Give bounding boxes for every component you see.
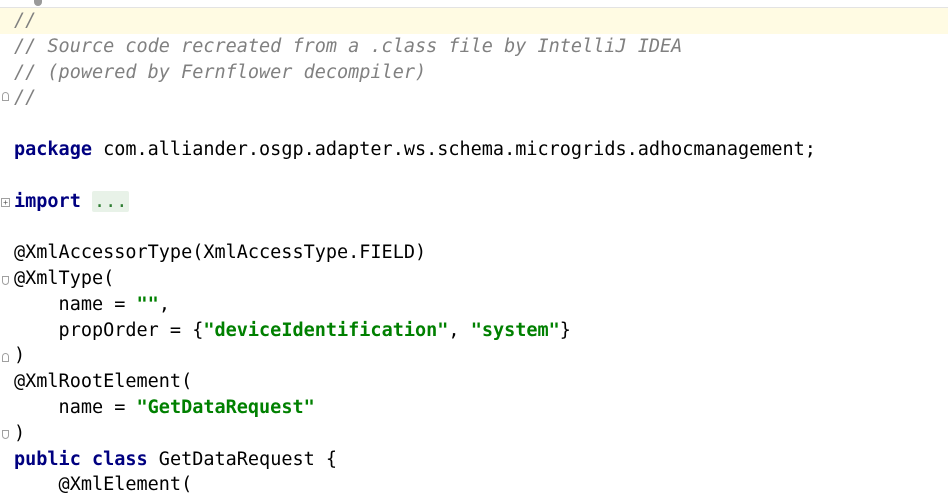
code-editor[interactable]: + // // Source code recreated from a .cl…	[0, 0, 948, 494]
comment: // (powered by Fernflower decompiler)	[14, 61, 427, 83]
code-line[interactable]: package com.alliander.osgp.adapter.ws.sc…	[0, 137, 948, 163]
code-line[interactable]: name = "GetDataRequest"	[0, 395, 948, 421]
annotation: @XmlAccessorType(XmlAccessType.FIELD)	[14, 242, 427, 264]
comment: //	[14, 87, 37, 109]
keyword: class	[91, 448, 148, 470]
keyword: package	[14, 138, 92, 160]
string-literal: "system"	[470, 319, 560, 341]
code-line[interactable]	[0, 214, 948, 240]
code-text: name =	[14, 396, 137, 418]
code-text: }	[559, 319, 571, 341]
code-line[interactable]: public class GetDataRequest {	[0, 447, 948, 473]
code-text: )	[14, 422, 26, 444]
code-line[interactable]: )	[0, 343, 948, 369]
editor-top-strip	[0, 0, 948, 8]
annotation: @XmlElement(	[14, 474, 193, 494]
code-line[interactable]: //	[0, 85, 948, 111]
code-line[interactable]: propOrder = {"deviceIdentification", "sy…	[0, 318, 948, 344]
code-line[interactable]	[0, 111, 948, 137]
keyword: import	[14, 190, 81, 212]
string-literal: ""	[136, 293, 159, 315]
annotation: @XmlType(	[14, 267, 115, 289]
code-line[interactable]: import ...	[0, 189, 948, 215]
package-name: com.alliander.osgp.adapter.ws.schema.mic…	[91, 138, 816, 160]
code-line[interactable]: @XmlType(	[0, 266, 948, 292]
code-line[interactable]: // (powered by Fernflower decompiler)	[0, 60, 948, 86]
string-literal: "deviceIdentification"	[203, 319, 449, 341]
code-line[interactable]: @XmlElement(	[0, 472, 948, 494]
code-text: )	[14, 345, 26, 367]
class-name: GetDataRequest {	[147, 448, 338, 470]
code-line[interactable]: // Source code recreated from a .class f…	[0, 34, 948, 60]
code-text: name =	[14, 293, 137, 315]
folded-imports[interactable]: ...	[91, 190, 130, 212]
code-text: propOrder = {	[14, 319, 204, 341]
code-line[interactable]: @XmlRootElement(	[0, 369, 948, 395]
comment: // Source code recreated from a .class f…	[14, 35, 683, 57]
code-line[interactable]: //	[0, 8, 948, 34]
code-line[interactable]: )	[0, 421, 948, 447]
code-lines[interactable]: // // Source code recreated from a .clas…	[0, 8, 948, 494]
code-line[interactable]: @XmlAccessorType(XmlAccessType.FIELD)	[0, 240, 948, 266]
string-literal: "GetDataRequest"	[136, 396, 315, 418]
scroll-handle-icon[interactable]	[34, 0, 42, 6]
annotation: @XmlRootElement(	[14, 371, 193, 393]
keyword: public	[14, 448, 81, 470]
code-text: ,	[158, 293, 170, 315]
code-line[interactable]	[0, 163, 948, 189]
code-text: ,	[448, 319, 471, 341]
comment: //	[14, 10, 37, 31]
code-line[interactable]: name = "",	[0, 292, 948, 318]
